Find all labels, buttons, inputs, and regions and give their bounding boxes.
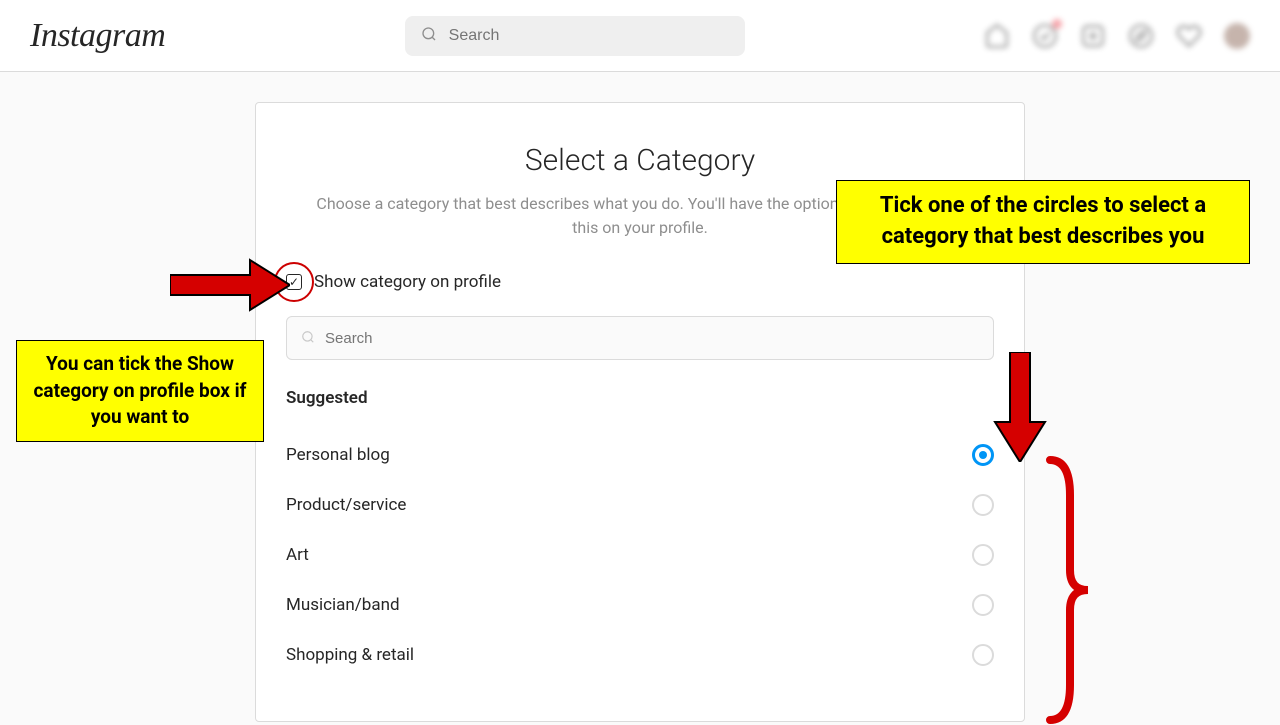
show-category-label: Show category on profile	[314, 272, 501, 292]
category-option[interactable]: Personal blog	[286, 430, 994, 480]
annotation-arrow-left	[170, 255, 290, 315]
annotation-left-callout: You can tick the Show category on profil…	[16, 340, 264, 442]
annotation-brace	[1040, 455, 1090, 725]
global-search[interactable]	[405, 16, 745, 56]
category-option[interactable]: Musician/band	[286, 580, 994, 630]
top-navbar: Instagram	[0, 0, 1280, 72]
category-option-label: Art	[286, 545, 309, 565]
category-radio[interactable]	[972, 644, 994, 666]
activity-icon[interactable]	[1176, 23, 1202, 49]
panel-title: Select a Category	[286, 143, 994, 178]
explore-icon[interactable]	[1128, 23, 1154, 49]
category-option[interactable]: Product/service	[286, 480, 994, 530]
notification-badge	[1052, 19, 1062, 29]
search-input[interactable]	[449, 27, 729, 45]
home-icon[interactable]	[984, 23, 1010, 49]
instagram-logo[interactable]: Instagram	[30, 17, 165, 55]
category-option-label: Personal blog	[286, 445, 390, 465]
search-icon	[301, 329, 315, 348]
category-option-label: Product/service	[286, 495, 406, 515]
avatar[interactable]	[1224, 23, 1250, 49]
category-radio[interactable]	[972, 544, 994, 566]
category-option-label: Musician/band	[286, 595, 400, 615]
category-search-input[interactable]	[325, 330, 979, 347]
annotation-arrow-down	[990, 352, 1050, 462]
category-option[interactable]: Art	[286, 530, 994, 580]
nav-icons	[984, 23, 1250, 49]
options-list: Personal blog Product/service Art Musician/…	[286, 430, 994, 680]
category-radio[interactable]	[972, 494, 994, 516]
annotation-right-callout: Tick one of the circles to select a cate…	[836, 180, 1250, 264]
category-radio[interactable]	[972, 594, 994, 616]
search-icon	[421, 26, 437, 46]
new-post-icon[interactable]	[1080, 23, 1106, 49]
category-option[interactable]: Shopping & retail	[286, 630, 994, 680]
suggested-heading: Suggested	[286, 388, 994, 408]
search-container	[165, 16, 984, 56]
category-option-label: Shopping & retail	[286, 645, 414, 665]
show-category-row: ✓ Show category on profile	[286, 272, 994, 292]
messenger-icon[interactable]	[1032, 23, 1058, 49]
category-search[interactable]	[286, 316, 994, 360]
